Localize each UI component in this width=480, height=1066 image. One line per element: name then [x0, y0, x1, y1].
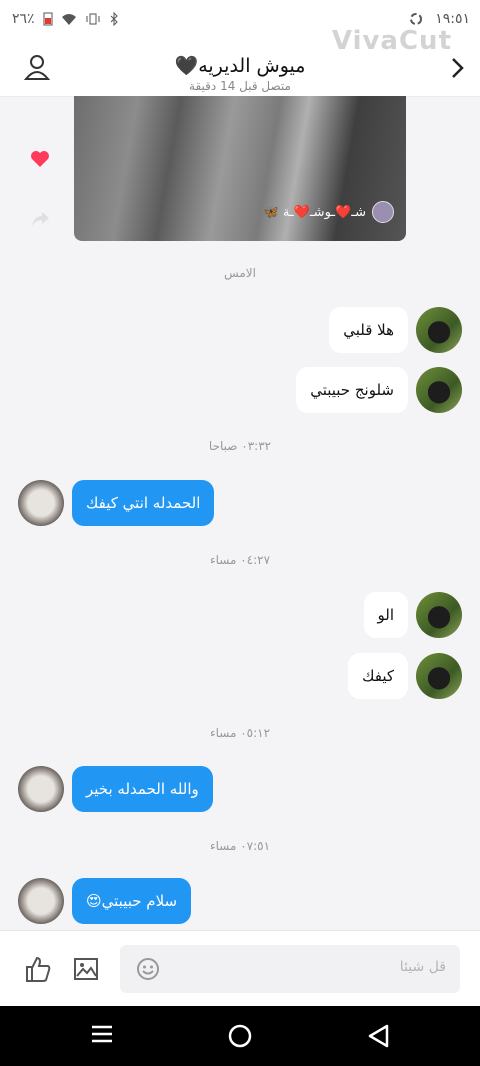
system-nav-bar [0, 1006, 480, 1066]
shared-media[interactable]: شـ❤️ـوشـ❤️ـة 🦋 [74, 96, 406, 241]
message-bubble[interactable]: والله الحمدله بخير [72, 766, 213, 812]
clock: ١٩:٥١ [435, 11, 470, 27]
share-icon[interactable] [30, 210, 50, 228]
avatar[interactable] [18, 878, 64, 924]
avatar[interactable] [18, 766, 64, 812]
last-seen: متصل قبل 14 دقيقة [189, 79, 291, 93]
message-input[interactable]: قل شيئا [120, 945, 460, 993]
avatar[interactable] [416, 367, 462, 413]
emoji-icon[interactable] [136, 957, 160, 981]
media-caption: شـ❤️ـوشـ❤️ـة 🦋 [263, 201, 394, 223]
battery-text: ٢٦٪ [12, 11, 35, 27]
sync-icon [410, 13, 423, 25]
message-bubble[interactable]: هلا قلبي [329, 307, 408, 353]
date-separator: الامس [224, 266, 256, 280]
avatar[interactable] [416, 653, 462, 699]
vibrate-icon [86, 13, 100, 25]
message-bubble[interactable]: الحمدله انتي كيفك [72, 480, 215, 526]
message-bubble[interactable]: كيفك [348, 653, 408, 699]
contact-name[interactable]: ميوش الديريه🖤 [0, 54, 480, 77]
watermark: VivaCut [331, 26, 452, 56]
avatar[interactable] [416, 592, 462, 638]
back-icon[interactable] [446, 56, 468, 80]
avatar[interactable] [18, 480, 64, 526]
time-separator: ٠٧:٥١ مساء [209, 839, 271, 853]
input-placeholder: قل شيئا [399, 959, 446, 975]
home-icon[interactable] [228, 1024, 252, 1048]
message-bubble[interactable]: الو [363, 592, 408, 638]
caption-avatar [372, 201, 394, 223]
heart-icon[interactable] [30, 150, 50, 168]
battery-icon [43, 12, 53, 26]
avatar[interactable] [416, 307, 462, 353]
time-separator: ٠٤:٢٧ مساء [209, 553, 271, 567]
time-separator: ٠٥:١٢ مساء [209, 726, 271, 740]
time-separator: ٠٣:٣٢ صباحا [208, 439, 272, 453]
composer-bar: قل شيئا [0, 930, 480, 1007]
message-bubble[interactable]: سلام حبيبتي😍 [72, 878, 192, 924]
gallery-icon[interactable] [73, 957, 99, 981]
like-icon[interactable] [24, 955, 52, 983]
menu-icon[interactable] [91, 1024, 113, 1044]
message-bubble[interactable]: شلونج حبيبتي [296, 367, 408, 413]
back-nav-icon[interactable] [367, 1024, 389, 1048]
wifi-icon [61, 14, 76, 25]
bluetooth-icon [110, 12, 118, 26]
